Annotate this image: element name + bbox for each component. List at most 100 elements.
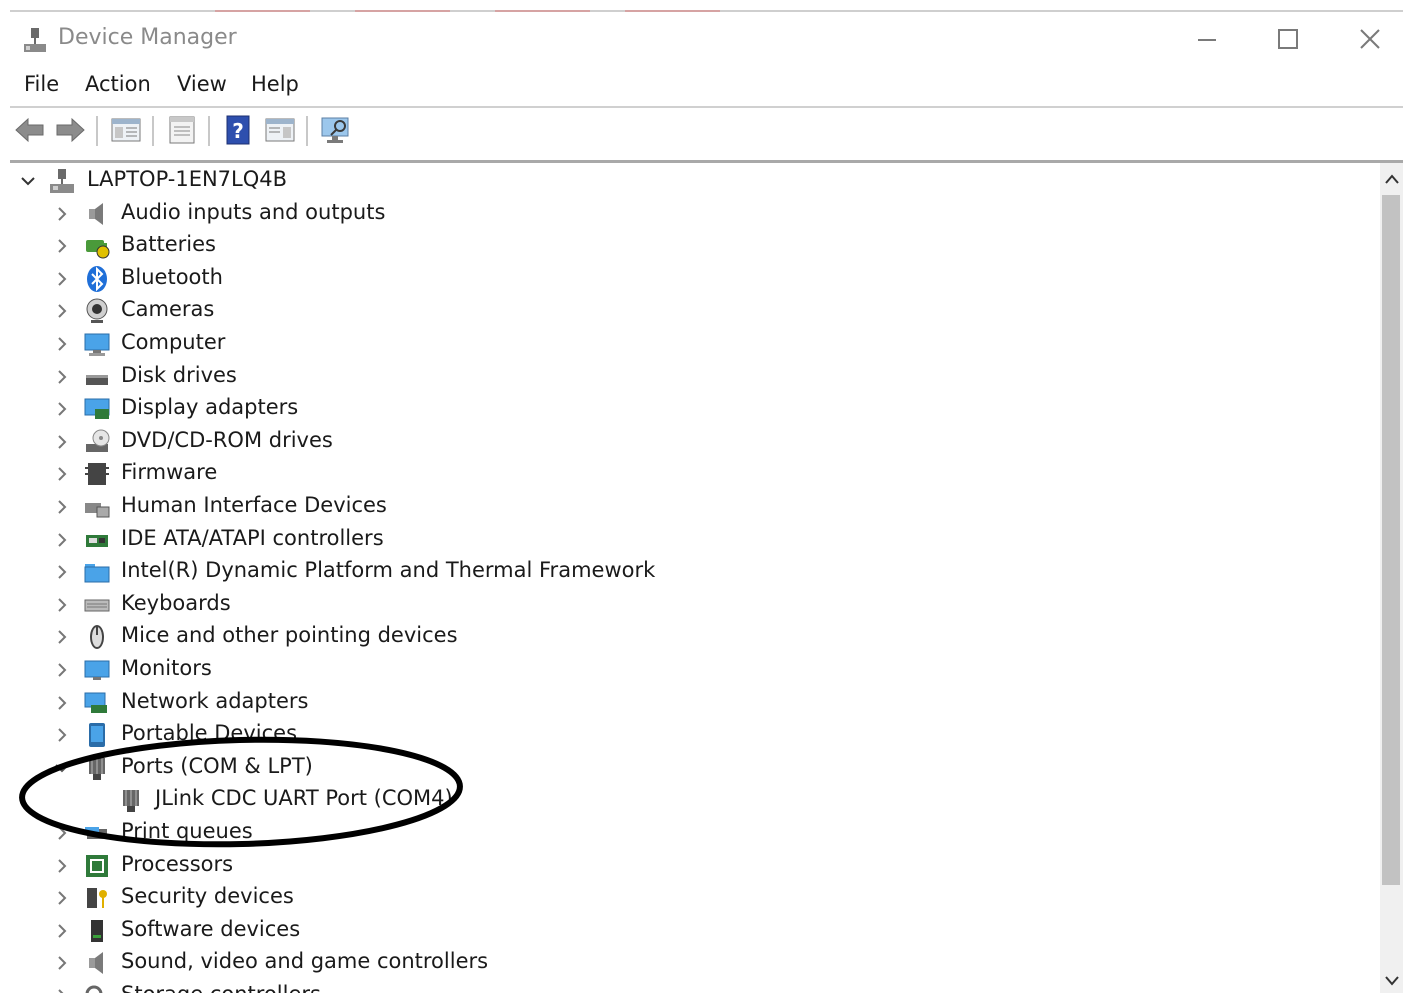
tree-category[interactable]: Audio inputs and outputs bbox=[10, 198, 1370, 230]
chevron-down-icon[interactable] bbox=[52, 758, 72, 778]
title-bar[interactable]: Device Manager bbox=[10, 14, 1403, 66]
tree-category[interactable]: IDE ATA/ATAPI controllers bbox=[10, 524, 1370, 556]
chevron-right-icon[interactable] bbox=[52, 856, 72, 876]
tree-category[interactable]: Monitors bbox=[10, 654, 1370, 686]
category-label: Keyboards bbox=[121, 590, 231, 615]
device-label: JLink CDC UART Port (COM4) bbox=[155, 786, 453, 811]
network-adapter-icon bbox=[84, 692, 107, 713]
tree-category[interactable]: Cameras bbox=[10, 295, 1370, 327]
scan-hardware-icon[interactable] bbox=[320, 114, 352, 146]
chevron-right-icon[interactable] bbox=[52, 269, 72, 289]
chevron-right-icon[interactable] bbox=[52, 497, 72, 517]
port-icon bbox=[89, 757, 105, 780]
tree-category[interactable]: Display adapters bbox=[10, 393, 1370, 425]
chevron-right-icon[interactable] bbox=[52, 627, 72, 647]
category-label: Portable Devices bbox=[121, 721, 298, 746]
port-icon bbox=[123, 790, 139, 813]
printer-icon bbox=[85, 827, 107, 839]
chevron-right-icon[interactable] bbox=[52, 725, 72, 745]
tree-category[interactable]: DVD/CD-ROM drives bbox=[10, 426, 1370, 458]
tree-root[interactable]: LAPTOP-1EN7LQ4B bbox=[10, 165, 1370, 197]
category-label: Software devices bbox=[121, 916, 301, 941]
chevron-right-icon[interactable] bbox=[52, 823, 72, 843]
close-icon bbox=[1360, 29, 1380, 49]
speaker-icon bbox=[89, 202, 103, 225]
chevron-down-icon[interactable] bbox=[18, 171, 38, 191]
tree-category[interactable]: Bluetooth bbox=[10, 263, 1370, 295]
menu-view[interactable]: View bbox=[177, 72, 227, 96]
help-icon[interactable]: ? bbox=[222, 114, 254, 146]
chevron-right-icon[interactable] bbox=[52, 334, 72, 354]
toolbar-separator bbox=[208, 116, 210, 146]
category-label: Disk drives bbox=[121, 362, 237, 387]
tree-category[interactable]: Portable Devices bbox=[10, 719, 1370, 751]
software-device-icon bbox=[91, 919, 103, 942]
tree-category[interactable]: Software devices bbox=[10, 915, 1370, 947]
forward-arrow-icon[interactable] bbox=[54, 114, 86, 146]
tree-category[interactable]: Disk drives bbox=[10, 361, 1370, 393]
tree-device[interactable]: JLink CDC UART Port (COM4) bbox=[10, 784, 1370, 816]
category-label: Batteries bbox=[121, 232, 216, 257]
vertical-scrollbar[interactable] bbox=[1380, 163, 1403, 993]
bluetooth-icon bbox=[87, 265, 107, 292]
menu-action[interactable]: Action bbox=[85, 72, 151, 96]
close-button[interactable] bbox=[1330, 14, 1403, 64]
chevron-right-icon[interactable] bbox=[52, 301, 72, 321]
tree-category[interactable]: Batteries bbox=[10, 230, 1370, 262]
chevron-right-icon[interactable] bbox=[52, 660, 72, 680]
back-arrow-icon[interactable] bbox=[14, 114, 46, 146]
tree-category[interactable]: Storage controllers bbox=[10, 980, 1370, 993]
tree-category[interactable]: Human Interface Devices bbox=[10, 491, 1370, 523]
scroll-up-icon[interactable] bbox=[1383, 171, 1401, 189]
computer-network-icon bbox=[50, 169, 74, 193]
action-pane-icon[interactable] bbox=[264, 114, 296, 146]
maximize-button[interactable] bbox=[1248, 14, 1328, 64]
menu-file[interactable]: File bbox=[24, 72, 59, 96]
category-label: Intel(R) Dynamic Platform and Thermal Fr… bbox=[121, 558, 656, 583]
minimize-button[interactable] bbox=[1167, 14, 1247, 64]
toolbar-separator bbox=[152, 116, 154, 146]
dvd-drive-icon bbox=[86, 429, 110, 452]
chevron-right-icon[interactable] bbox=[52, 595, 72, 615]
chevron-right-icon[interactable] bbox=[52, 204, 72, 224]
tree-category[interactable]: Ports (COM & LPT) bbox=[10, 752, 1370, 784]
menu-bar: File Action View Help bbox=[10, 68, 1403, 106]
tree-category[interactable]: Security devices bbox=[10, 882, 1370, 914]
chevron-right-icon[interactable] bbox=[52, 888, 72, 908]
category-label: Audio inputs and outputs bbox=[121, 199, 386, 224]
chevron-right-icon[interactable] bbox=[52, 530, 72, 550]
chevron-right-icon[interactable] bbox=[52, 921, 72, 941]
minimize-icon bbox=[1198, 39, 1216, 41]
battery-icon bbox=[86, 240, 110, 259]
chevron-right-icon[interactable] bbox=[52, 367, 72, 387]
category-label: Display adapters bbox=[121, 395, 299, 420]
chevron-right-icon[interactable] bbox=[52, 693, 72, 713]
scrollbar-thumb[interactable] bbox=[1382, 195, 1400, 885]
scroll-down-icon[interactable] bbox=[1383, 971, 1401, 989]
chevron-right-icon[interactable] bbox=[52, 464, 72, 484]
tree-category[interactable]: Print queues bbox=[10, 817, 1370, 849]
tree-category[interactable]: Computer bbox=[10, 328, 1370, 360]
camera-icon bbox=[86, 298, 108, 324]
tree-category[interactable]: Firmware bbox=[10, 458, 1370, 490]
tree-category[interactable]: Intel(R) Dynamic Platform and Thermal Fr… bbox=[10, 556, 1370, 588]
chevron-right-icon[interactable] bbox=[52, 953, 72, 973]
tree-category[interactable]: Keyboards bbox=[10, 589, 1370, 621]
category-label: Storage controllers bbox=[121, 982, 321, 993]
category-label: IDE ATA/ATAPI controllers bbox=[121, 525, 384, 550]
storage-controller-icon bbox=[85, 985, 103, 993]
category-label: Monitors bbox=[121, 656, 212, 680]
chevron-right-icon[interactable] bbox=[52, 236, 72, 256]
tree-category[interactable]: Network adapters bbox=[10, 687, 1370, 719]
chevron-right-icon[interactable] bbox=[52, 432, 72, 452]
chevron-right-icon[interactable] bbox=[52, 399, 72, 419]
computer-name: LAPTOP-1EN7LQ4B bbox=[87, 167, 288, 191]
tree-category[interactable]: Processors bbox=[10, 850, 1370, 882]
menu-help[interactable]: Help bbox=[251, 72, 299, 96]
chevron-right-icon[interactable] bbox=[52, 562, 72, 582]
show-hide-console-tree-icon[interactable] bbox=[110, 114, 142, 146]
tree-category[interactable]: Mice and other pointing devices bbox=[10, 621, 1370, 653]
chevron-right-icon[interactable] bbox=[52, 986, 72, 993]
properties-icon[interactable] bbox=[166, 114, 198, 146]
tree-category[interactable]: Sound, video and game controllers bbox=[10, 947, 1370, 979]
